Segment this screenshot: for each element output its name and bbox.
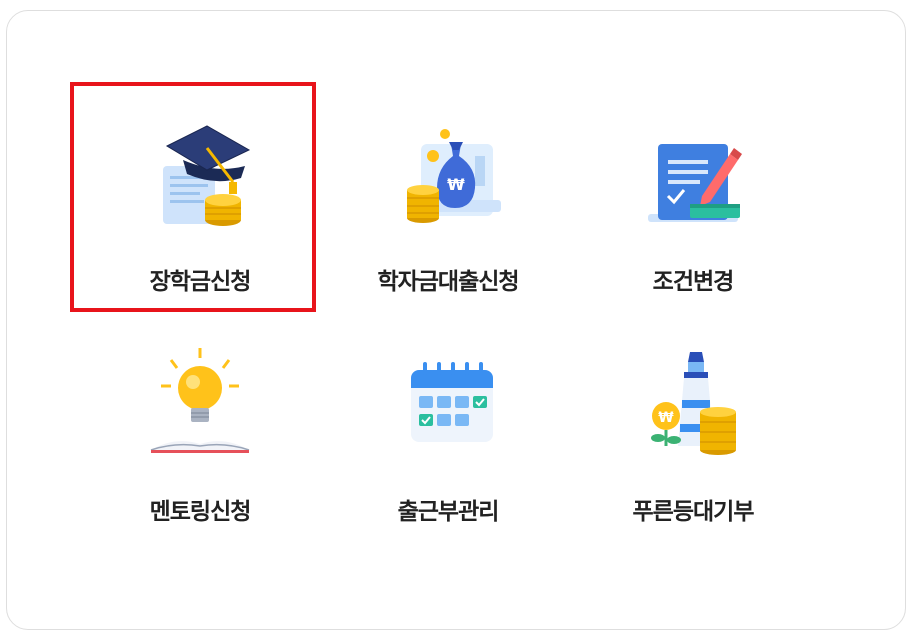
menu-item-label: 멘토링신청 bbox=[149, 499, 252, 525]
money-bag-coins-icon: ₩ bbox=[393, 116, 503, 226]
menu-item-mentoring[interactable]: 멘토링신청 bbox=[82, 344, 318, 564]
menu-item-blue-lighthouse-donation[interactable]: ₩ 푸른등대기부 bbox=[575, 344, 811, 564]
menu-item-scholarship[interactable]: 장학금신청 bbox=[82, 92, 318, 312]
menu-item-label: 장학금신청 bbox=[149, 269, 252, 295]
menu-item-label: 푸른등대기부 bbox=[632, 499, 755, 525]
menu-item-attendance[interactable]: 출근부관리 bbox=[330, 344, 566, 564]
menu-item-condition-change[interactable]: 조건변경 bbox=[575, 92, 811, 312]
menu-item-student-loan[interactable]: ₩ 학자금대출신청 bbox=[330, 92, 566, 312]
graduation-cap-coins-icon bbox=[145, 116, 255, 226]
menu-item-label: 출근부관리 bbox=[397, 499, 500, 525]
menu-item-label: 조건변경 bbox=[652, 269, 735, 295]
menu-item-label: 학자금대출신청 bbox=[377, 269, 519, 295]
document-pen-icon bbox=[638, 116, 748, 226]
svg-text:₩: ₩ bbox=[658, 410, 674, 426]
lightbulb-book-icon bbox=[145, 346, 255, 456]
svg-text:₩: ₩ bbox=[447, 175, 465, 194]
lighthouse-coins-icon: ₩ bbox=[638, 346, 748, 456]
calendar-icon bbox=[393, 346, 503, 456]
